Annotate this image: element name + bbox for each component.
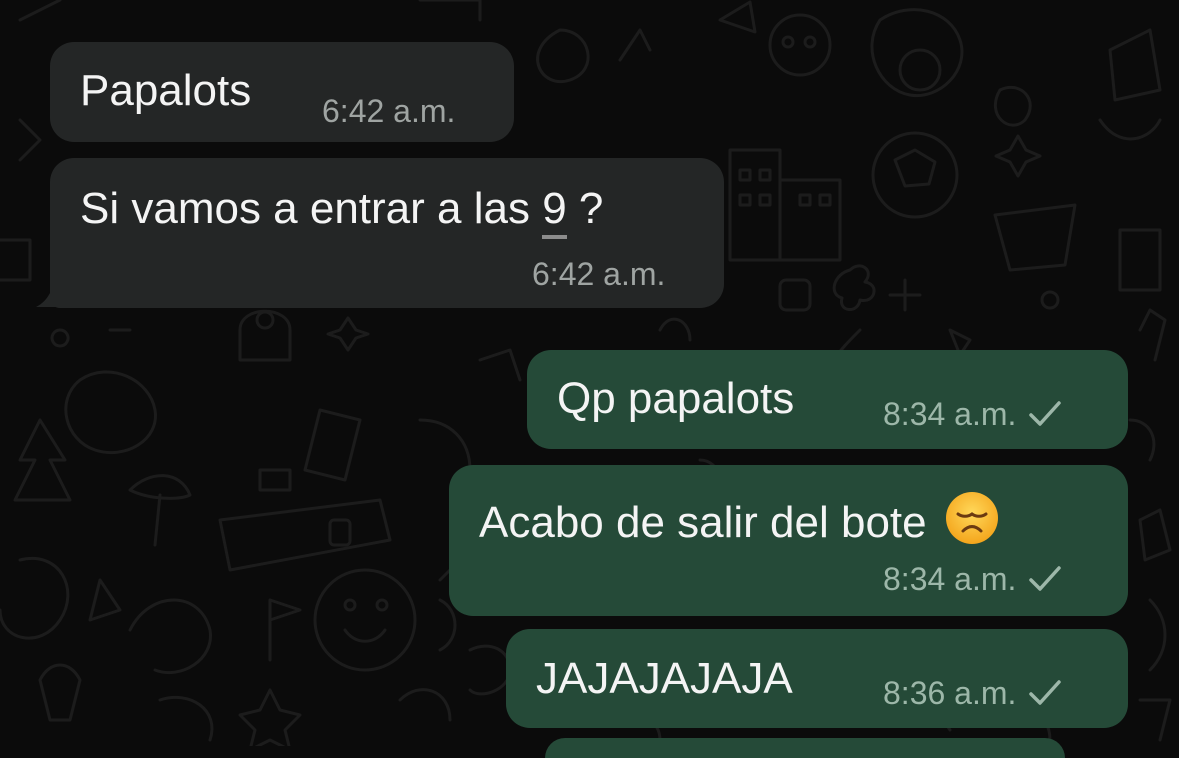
message-text: Qp papalots — [557, 374, 795, 423]
message-status: 8:34 a.m. — [883, 563, 1062, 595]
message-timestamp: 6:42 a.m. — [532, 258, 665, 290]
message-status: 8:36 a.m. — [883, 677, 1062, 709]
message-bubble-outgoing[interactable]: JAJAJAJAJA 8:36 a.m. — [506, 629, 1128, 728]
next-message-bubble-edge — [545, 738, 1065, 758]
message-time: 6:42 a.m. — [532, 256, 666, 292]
message-bubble-incoming[interactable]: Si vamos a entrar a las 9 ? 6:42 a.m. — [50, 158, 724, 308]
message-time: 6:42 a.m. — [322, 93, 456, 129]
message-time: 8:34 a.m. — [883, 561, 1017, 597]
disappointed-face-emoji — [945, 492, 998, 544]
message-text: Si vamos a entrar a las 9 ? — [80, 184, 604, 239]
message-time: 8:36 a.m. — [883, 675, 1017, 711]
message-text-start: Si vamos a entrar a las — [80, 184, 543, 233]
message-text-content: Acabo de salir del bote — [479, 498, 927, 547]
sent-check-icon — [1029, 680, 1062, 705]
message-text: Papalots — [80, 66, 252, 115]
message-link-number[interactable]: 9 — [542, 184, 567, 239]
message-status: 8:34 a.m. — [883, 398, 1062, 430]
message-text: Acabo de salir del bote — [479, 491, 999, 545]
incoming-bubble-tail — [36, 271, 72, 307]
sent-check-icon — [1029, 401, 1062, 426]
message-bubble-incoming[interactable]: Papalots 6:42 a.m. — [50, 42, 514, 142]
message-time: 8:34 a.m. — [883, 396, 1017, 432]
message-bubble-outgoing[interactable]: Acabo de salir del bote 8:34 a.m. — [449, 465, 1128, 616]
message-timestamp: 6:42 a.m. — [322, 95, 455, 127]
message-text-end: ? — [566, 184, 604, 233]
sent-check-icon — [1029, 566, 1062, 591]
message-text: JAJAJAJAJA — [536, 654, 793, 703]
message-bubble-outgoing[interactable]: Qp papalots 8:34 a.m. — [527, 350, 1128, 449]
